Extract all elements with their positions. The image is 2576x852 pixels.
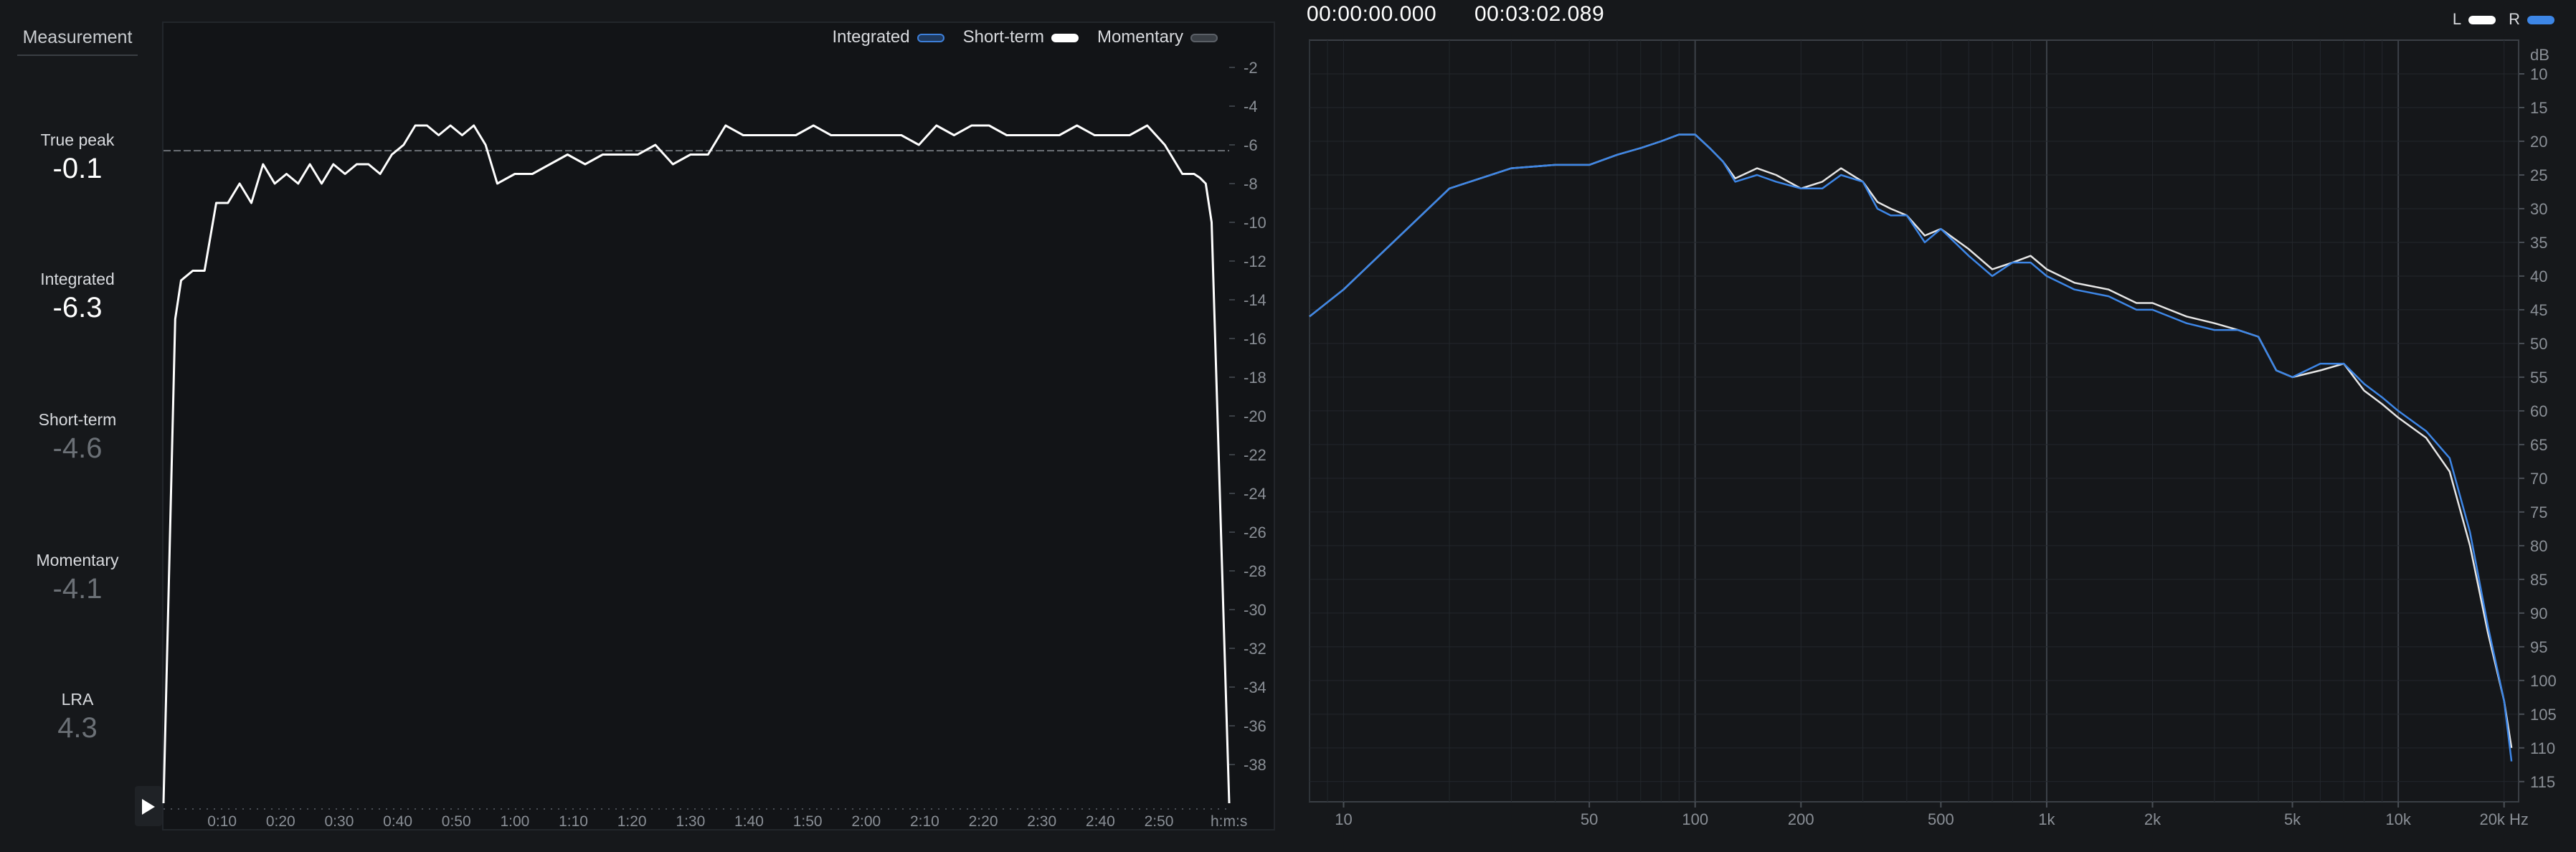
x-tick-label: 2:00 xyxy=(851,813,881,830)
y-tick-label: -30 xyxy=(1244,601,1266,619)
y-tick-label: -28 xyxy=(1244,562,1266,580)
y-tick-label: 35 xyxy=(2530,234,2547,252)
x-tick-label: 0:20 xyxy=(266,813,295,830)
spectrum-chart[interactable]: 10 15 20 25 30 35 40 45 50 55 60 65 70 75 80 85 90 95 100 1… xyxy=(1305,0,2576,852)
y-tick-label: 50 xyxy=(2530,335,2547,353)
metric-value: -0.1 xyxy=(52,153,103,184)
y-tick-label: -24 xyxy=(1244,485,1266,503)
x-tick-label: 2:40 xyxy=(1086,813,1115,830)
y-tick-label: 110 xyxy=(2530,739,2555,757)
y-tick-label: 95 xyxy=(2530,638,2547,656)
x-tick-label: 10k xyxy=(2385,810,2411,828)
y-tick-label: -10 xyxy=(1244,214,1266,232)
measurement-sidebar: Measurement True peak -0.1 Integrated -6… xyxy=(0,0,149,823)
y-tick-label: -14 xyxy=(1244,291,1266,309)
y-tick-label: 45 xyxy=(2530,301,2547,319)
metric-integrated: Integrated -6.3 xyxy=(0,270,155,324)
y-tick-label: 30 xyxy=(2530,200,2547,218)
y-tick-label: -16 xyxy=(1244,330,1266,348)
y-tick-label: 70 xyxy=(2530,470,2547,488)
x-tick-label: 1:30 xyxy=(676,813,705,830)
y-tick-label: 85 xyxy=(2530,571,2547,589)
y-tick-label: 105 xyxy=(2530,706,2557,724)
y-tick-label: 55 xyxy=(2530,369,2547,387)
x-tick-label: 10 xyxy=(1335,810,1352,828)
x-tick-label: 2:30 xyxy=(1027,813,1056,830)
y-tick-label: -34 xyxy=(1244,678,1266,696)
x-tick-label: 1k xyxy=(2038,810,2055,828)
spectrum-plot-area xyxy=(1309,39,2519,803)
y-tick-label: 10 xyxy=(2530,65,2547,83)
x-tick-label: 200 xyxy=(1788,810,1814,828)
y-tick-label: 65 xyxy=(2530,436,2547,454)
x-tick-label: 1:10 xyxy=(559,813,588,830)
x-tick-label: 2:10 xyxy=(910,813,939,830)
metric-label: Momentary xyxy=(36,551,119,569)
y-unit-label: dB xyxy=(2530,46,2549,64)
y-tick-label: 40 xyxy=(2530,268,2547,285)
y-tick-label: -22 xyxy=(1244,446,1266,464)
metric-value: -4.1 xyxy=(52,573,103,605)
y-tick-label: -26 xyxy=(1244,524,1266,541)
y-tick-label: 20 xyxy=(2530,133,2547,151)
metric-true-peak: True peak -0.1 xyxy=(0,131,155,185)
y-tick-label: -18 xyxy=(1244,369,1266,387)
y-tick-label: -8 xyxy=(1244,175,1258,193)
x-tick-label: 1:40 xyxy=(734,813,764,830)
y-tick-label: -12 xyxy=(1244,252,1266,270)
y-tick-label: 75 xyxy=(2530,503,2547,521)
metric-short-term: Short-term -4.6 xyxy=(0,410,155,465)
metric-value: -6.3 xyxy=(52,292,103,323)
y-tick-label: -6 xyxy=(1244,136,1258,154)
x-unit-label: h:m:s xyxy=(1211,813,1247,830)
y-tick-label: -20 xyxy=(1244,407,1266,425)
y-tick-label: 100 xyxy=(2530,672,2557,690)
y-tick-label: -4 xyxy=(1244,98,1258,115)
y-tick-label: 115 xyxy=(2530,773,2555,791)
y-tick-label: 15 xyxy=(2530,99,2547,117)
metric-label: LRA xyxy=(61,690,94,709)
x-tick-label: 1:50 xyxy=(793,813,823,830)
x-tick-label: 50 xyxy=(1581,810,1598,828)
x-tick-label: 0:30 xyxy=(325,813,354,830)
x-tick-label: 100 xyxy=(1682,810,1708,828)
x-tick-label: 5k xyxy=(2284,810,2301,828)
x-tick-label: 20k Hz xyxy=(2479,810,2528,828)
spectrum-panel: 00:00:00.000 00:03:02.089 LR 10 15 20 25 30 3… xyxy=(1305,0,2576,852)
x-tick-label: 1:20 xyxy=(617,813,647,830)
x-tick-label: 0:10 xyxy=(207,813,237,830)
y-tick-label: -2 xyxy=(1244,59,1258,77)
short-term-series-line xyxy=(162,124,1231,804)
x-tick-label: 0:50 xyxy=(442,813,471,830)
y-tick-label: -38 xyxy=(1244,756,1266,774)
play-icon xyxy=(142,799,155,815)
metric-value: -4.6 xyxy=(52,432,103,464)
y-tick-label: 25 xyxy=(2530,166,2547,184)
x-tick-label: 2:20 xyxy=(969,813,998,830)
x-tick-label: 500 xyxy=(1928,810,1954,828)
metric-label: Integrated xyxy=(40,270,115,288)
y-tick-label: 80 xyxy=(2530,537,2547,555)
y-tick-label: 90 xyxy=(2530,605,2547,623)
x-tick-label: 2k xyxy=(2144,810,2161,828)
measurement-header: Measurement xyxy=(17,20,138,56)
metric-value: 4.3 xyxy=(57,712,98,744)
x-tick-label: 1:00 xyxy=(500,813,529,830)
loudness-chart[interactable]: -2 -4 -6 -8 -10 -12 -14 -16 -18 -20 -22 -24 -26 -28 -3… xyxy=(162,22,1275,830)
x-tick-label: 0:40 xyxy=(383,813,412,830)
y-tick-label: 60 xyxy=(2530,402,2547,420)
x-tick-label: 2:50 xyxy=(1145,813,1174,830)
metric-label: Short-term xyxy=(38,410,117,429)
play-button[interactable] xyxy=(135,786,162,826)
y-tick-label: -32 xyxy=(1244,640,1266,658)
y-tick-label: -36 xyxy=(1244,717,1266,735)
metric-momentary: Momentary -4.1 xyxy=(0,551,155,605)
metric-lra: LRA 4.3 xyxy=(0,690,155,744)
metric-label: True peak xyxy=(40,131,115,149)
loudness-history-panel: Integrated Short-term Momentary -2 -4 -6 -8 -1… xyxy=(162,22,1275,830)
